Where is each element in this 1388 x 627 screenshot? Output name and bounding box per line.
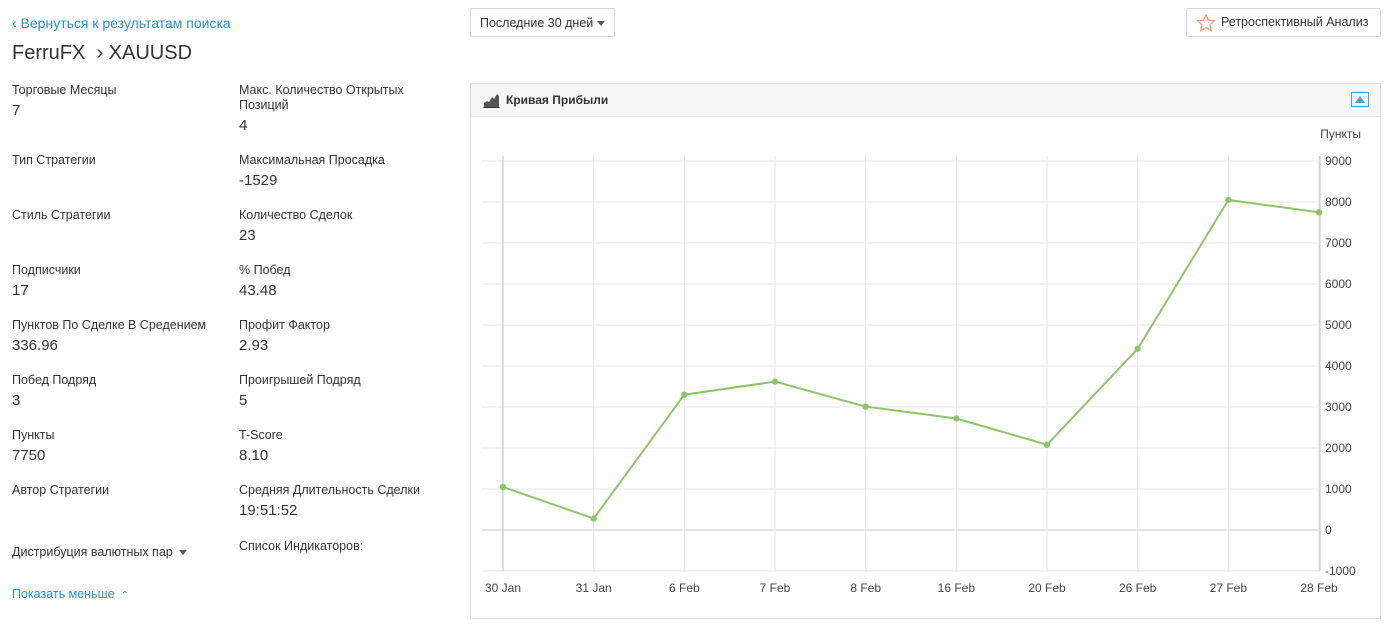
stat-strategy-style: Стиль Стратегии bbox=[12, 208, 222, 227]
stat-strategy-type: Тип Стратегии bbox=[12, 153, 222, 172]
retro-analysis-button[interactable]: Ретроспективный Анализ bbox=[1186, 8, 1381, 37]
data-point bbox=[681, 391, 688, 398]
stat-avg-trade-duration: Средняя Длительность Сделки 19:51:52 bbox=[239, 483, 449, 519]
x-tick-label: 16 Feb bbox=[938, 581, 976, 595]
stat-profit-factor: Профит Фактор 2.93 bbox=[239, 318, 449, 354]
currency-distribution-label: Дистрибуция валютных пар bbox=[12, 545, 173, 559]
stat-trade-count: Количество Сделок 23 bbox=[239, 208, 449, 244]
stat-label: Макс. Количество Открытых Позиций bbox=[239, 83, 404, 112]
stat-t-score: T-Score 8.10 bbox=[239, 428, 449, 464]
chevron-down-icon bbox=[597, 21, 605, 26]
profit-curve-panel: Кривая Прибыли -1000 0 1000 2000 3000 4000 500… bbox=[470, 83, 1381, 619]
y-tick-label: 6000 bbox=[1325, 277, 1352, 291]
stat-label: Побед Подряд bbox=[12, 373, 97, 387]
data-point bbox=[499, 483, 507, 491]
y-tick-label: 4000 bbox=[1325, 359, 1352, 373]
data-point bbox=[590, 515, 597, 522]
y-tick-label: 0 bbox=[1325, 523, 1332, 537]
x-tick-label: 31 Jan bbox=[576, 581, 612, 595]
show-less-label: Показать меньше bbox=[12, 587, 115, 601]
x-tick-label: 27 Feb bbox=[1210, 581, 1248, 595]
stat-label: Средняя Длительность Сделки bbox=[239, 483, 420, 497]
stat-label: Торговые Месяцы bbox=[12, 83, 117, 97]
stat-label: Пункты bbox=[12, 428, 55, 442]
stat-label: T-Score bbox=[239, 428, 283, 442]
y-tick-label: -1000 bbox=[1325, 564, 1356, 578]
y-tick-label: 8000 bbox=[1325, 195, 1352, 209]
stat-value: 2.93 bbox=[239, 337, 269, 354]
stat-value: 23 bbox=[239, 227, 256, 244]
star-icon bbox=[1196, 13, 1216, 32]
stat-label: Количество Сделок bbox=[239, 208, 353, 222]
y-tick-label: 5000 bbox=[1325, 318, 1352, 332]
profit-curve-chart: -1000 0 1000 2000 3000 4000 5000 6000 7000 8000 90… bbox=[482, 127, 1361, 595]
data-point bbox=[953, 415, 960, 422]
x-tick-label: 7 Feb bbox=[760, 581, 791, 595]
stat-value: 19:51:52 bbox=[239, 502, 298, 519]
stat-value: -1529 bbox=[239, 172, 278, 189]
currency-distribution-toggle[interactable]: Дистрибуция валютных пар bbox=[12, 545, 187, 559]
stat-win-percent: % Побед 43.48 bbox=[239, 263, 449, 299]
stat-label: Автор Стратегии bbox=[12, 483, 110, 497]
stat-consecutive-losses: Проигрышей Подряд 5 bbox=[239, 373, 449, 409]
stat-value: 43.48 bbox=[239, 282, 277, 299]
stat-label: Стиль Стратегии bbox=[12, 208, 111, 222]
x-tick-label: 8 Feb bbox=[850, 581, 881, 595]
data-point bbox=[1225, 196, 1232, 204]
stat-label: Подписчики bbox=[12, 263, 81, 277]
y-tick-label: 7000 bbox=[1325, 236, 1352, 250]
stat-subscribers: Подписчики 17 bbox=[12, 263, 222, 299]
data-point bbox=[862, 403, 869, 410]
stat-value: 3 bbox=[12, 392, 21, 409]
stat-value: 4 bbox=[239, 117, 248, 134]
x-tick-label: 26 Feb bbox=[1119, 581, 1157, 595]
show-less-link[interactable]: Показать меньше ⌃ bbox=[12, 587, 129, 601]
indicators-label: Список Индикаторов: bbox=[239, 539, 364, 553]
chevron-down-icon bbox=[178, 550, 187, 556]
data-point bbox=[1134, 345, 1141, 352]
stat-value: 336.96 bbox=[12, 337, 58, 354]
stat-pips-per-trade: Пунктов По Сделке В Средением 336.96 bbox=[12, 318, 222, 354]
stat-value: 5 bbox=[239, 392, 248, 409]
data-point bbox=[1315, 209, 1323, 216]
period-select-value: Последние 30 дней bbox=[480, 16, 594, 30]
profit-series-line bbox=[502, 198, 1320, 520]
stat-max-open-positions: Макс. Количество Открытых Позиций 4 bbox=[239, 83, 449, 134]
stat-pips: Пункты 7750 bbox=[12, 428, 222, 464]
y-axis-title: Пункты bbox=[1320, 127, 1361, 141]
chevron-up-icon: ⌃ bbox=[120, 590, 129, 601]
data-point bbox=[1043, 441, 1051, 448]
stat-label: Пунктов По Сделке В Средением bbox=[12, 318, 207, 332]
stat-max-drawdown: Максимальная Просадка -1529 bbox=[239, 153, 449, 189]
stat-label: Проигрышей Подряд bbox=[239, 373, 361, 387]
x-tick-label: 28 Feb bbox=[1300, 581, 1338, 595]
retro-analysis-label: Ретроспективный Анализ bbox=[1221, 15, 1369, 29]
indicators-list: Список Индикаторов: bbox=[239, 539, 449, 554]
x-tick-label: 30 Jan bbox=[485, 581, 521, 595]
back-to-search-link[interactable]: ‹ Вернуться к результатам поиска bbox=[12, 15, 231, 31]
y-tick-label: 2000 bbox=[1325, 441, 1352, 455]
stat-trading-months: Торговые Месяцы 7 bbox=[12, 83, 222, 119]
stat-label: % Побед bbox=[239, 263, 291, 277]
stat-value: 7 bbox=[12, 102, 21, 119]
stat-label: Максимальная Просадка bbox=[239, 153, 385, 167]
stat-value: 7750 bbox=[12, 447, 46, 464]
stat-consecutive-wins: Побед Подряд 3 bbox=[12, 373, 222, 409]
stat-strategy-author: Автор Стратегии bbox=[12, 483, 222, 502]
y-tick-label: 1000 bbox=[1325, 482, 1352, 496]
x-tick-label: 6 Feb bbox=[669, 581, 700, 595]
stat-label: Тип Стратегии bbox=[12, 153, 96, 167]
x-tick-label: 20 Feb bbox=[1028, 581, 1066, 595]
page-title: FerruFX › XAUUSD bbox=[12, 42, 193, 64]
period-select[interactable]: Последние 30 дней bbox=[470, 8, 615, 37]
data-point bbox=[771, 378, 779, 385]
stat-label: Профит Фактор bbox=[239, 318, 330, 332]
stat-value: 8.10 bbox=[239, 447, 269, 464]
y-tick-label: 9000 bbox=[1325, 154, 1352, 168]
stat-value: 17 bbox=[12, 282, 29, 299]
y-tick-label: 3000 bbox=[1325, 400, 1352, 414]
